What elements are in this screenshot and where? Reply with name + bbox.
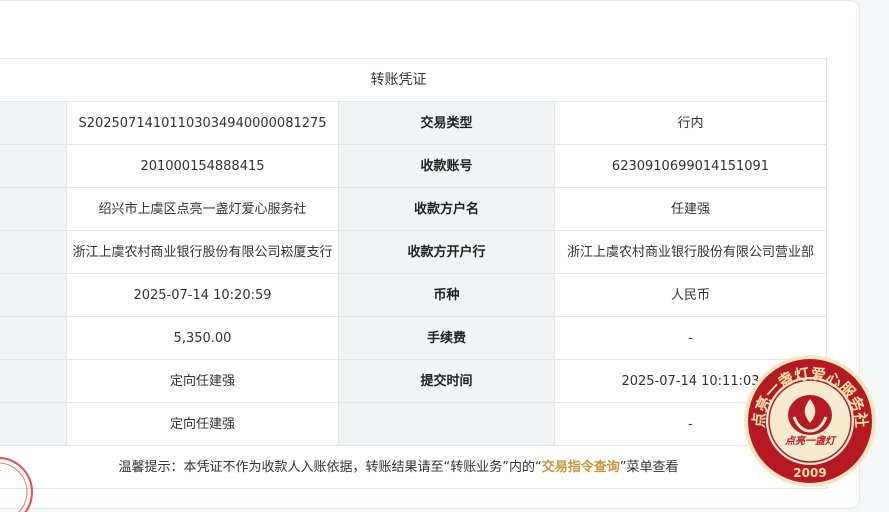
transfer-voucher-table: 转账凭证 S20250714101103034940000081275 交易类型… <box>0 58 827 489</box>
table-row: 2025-07-14 10:20:59 币种 人民币 <box>0 273 827 317</box>
payee-name-value: 任建强 <box>554 187 827 231</box>
row-label-right <box>338 402 555 446</box>
row-label-right: 提交时间 <box>338 359 555 403</box>
transaction-type-value: 行内 <box>554 101 827 145</box>
row-label-left <box>0 316 67 360</box>
tip-prefix: 温馨提示：本凭证不作为收款人入账依据，转账结果请至“转账业务”内的“ <box>118 459 542 475</box>
remark-value: 定向任建强 <box>66 402 339 446</box>
row-label-left <box>0 101 67 145</box>
transaction-query-link[interactable]: 交易指令查询 <box>542 460 620 475</box>
table-row: 定向任建强 - <box>0 402 827 446</box>
row-label-left <box>0 144 67 188</box>
table-row: 浙江上虞农村商业银行股份有限公司崧厦支行 收款方开户行 浙江上虞农村商业银行股份… <box>0 230 827 274</box>
seal-inner-text: 点亮一盏灯 <box>784 435 837 447</box>
purpose-value: 定向任建强 <box>66 359 339 403</box>
payee-account-value: 6230910699014151091 <box>554 144 827 188</box>
payee-bank-value: 浙江上虞农村商业银行股份有限公司营业部 <box>554 230 827 274</box>
currency-value: 人民币 <box>554 273 827 317</box>
transaction-time-value: 2025-07-14 10:20:59 <box>66 273 339 317</box>
row-label-right: 手续费 <box>338 316 555 360</box>
row-label-left <box>0 359 67 403</box>
organization-seal-stamp: 点亮一盏灯爱心服务社 点亮一盏灯 2009 <box>744 355 876 487</box>
row-label-right: 收款账号 <box>338 144 555 188</box>
lamp-emblem-icon <box>788 395 832 435</box>
table-row: 201000154888415 收款账号 6230910699014151091 <box>0 144 827 188</box>
table-row: 绍兴市上虞区点亮一盏灯爱心服务社 收款方户名 任建强 <box>0 187 827 231</box>
table-row: 5,350.00 手续费 - <box>0 316 827 360</box>
row-label-left <box>0 230 67 274</box>
row-label-right: 交易类型 <box>338 101 555 145</box>
amount-value: 5,350.00 <box>66 316 339 360</box>
table-row: S20250714101103034940000081275 交易类型 行内 <box>0 101 827 145</box>
row-label-left <box>0 402 67 446</box>
table-row: 定向任建强 提交时间 2025-07-14 10:11:03 <box>0 359 827 403</box>
transaction-serial-number: S20250714101103034940000081275 <box>66 101 339 145</box>
row-label-left <box>0 187 67 231</box>
row-label-right: 收款方开户行 <box>338 230 555 274</box>
seal-year: 2009 <box>793 466 826 480</box>
payer-name-value: 绍兴市上虞区点亮一盏灯爱心服务社 <box>66 187 339 231</box>
row-label-right: 币种 <box>338 273 555 317</box>
partial-seal-stamp <box>0 457 33 512</box>
voucher-title: 转账凭证 <box>0 58 827 102</box>
tip-row: 温馨提示：本凭证不作为收款人入账依据，转账结果请至“转账业务”内的“交易指令查询… <box>0 445 827 489</box>
row-label-left <box>0 273 67 317</box>
row-label-right: 收款方户名 <box>338 187 555 231</box>
voucher-title-row: 转账凭证 <box>0 58 827 102</box>
payer-account-value: 201000154888415 <box>66 144 339 188</box>
warm-tip: 温馨提示：本凭证不作为收款人入账依据，转账结果请至“转账业务”内的“交易指令查询… <box>0 445 827 489</box>
tip-suffix: ”菜单查看 <box>619 459 679 475</box>
payer-bank-value: 浙江上虞农村商业银行股份有限公司崧厦支行 <box>66 230 339 274</box>
